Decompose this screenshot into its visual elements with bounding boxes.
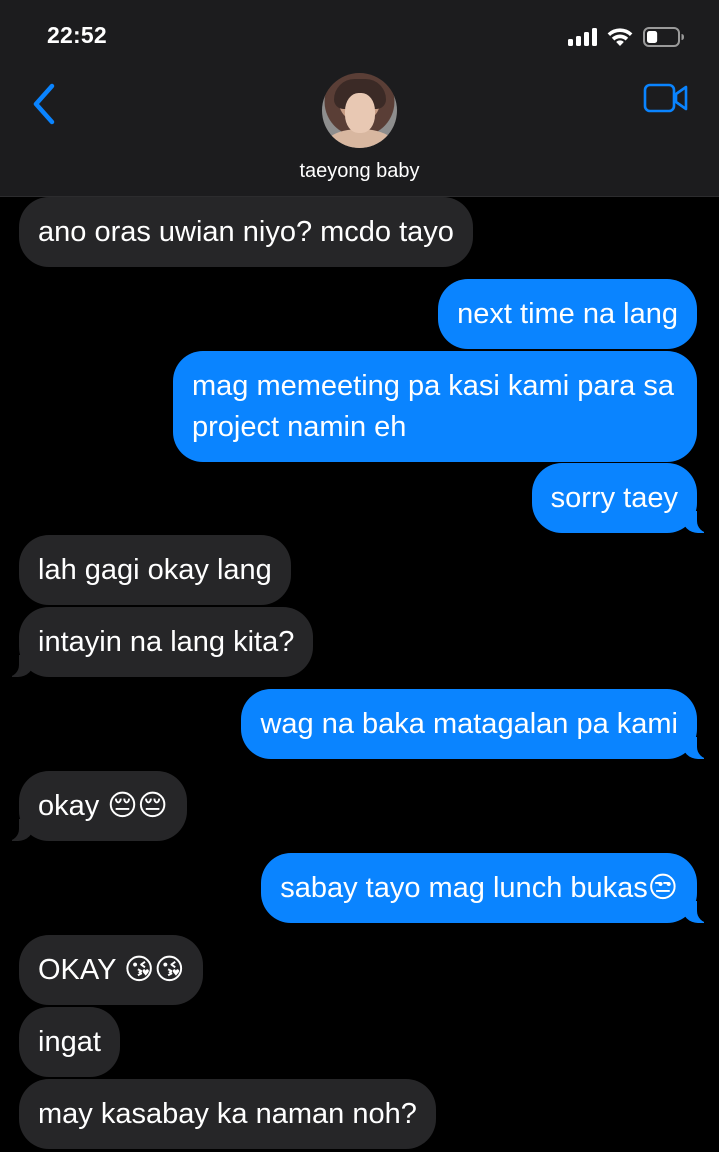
message-bubble-incoming[interactable]: OKAY 😘😘: [19, 935, 204, 1005]
contact-name[interactable]: taeyong baby: [0, 160, 719, 183]
message-bubble-outgoing[interactable]: wag na baka matagalan pa kami: [241, 689, 710, 759]
message-bubble-incoming[interactable]: ingat: [19, 1007, 120, 1077]
message-text: next time na lang: [457, 298, 678, 330]
message-text: sorry taey: [550, 482, 678, 514]
message-bubble-incoming[interactable]: intayin na lang kita?: [5, 607, 314, 677]
status-time: 22:52: [47, 22, 107, 48]
wifi-icon: [607, 27, 633, 47]
message-text: intayin na lang kita?: [38, 626, 295, 658]
chevron-left-icon: [33, 83, 55, 125]
conversation-header: 22:52 taeyong baby: [0, 0, 719, 197]
imessage-screen: ano oras uwian niyo? mcdo tayo next time…: [0, 0, 719, 1152]
message-bubble-outgoing[interactable]: mag memeeting pa kasi kami para sa proje…: [173, 351, 697, 462]
message-text: wag na baka matagalan pa kami: [260, 708, 678, 740]
message-bubble-incoming[interactable]: okay 😔😔: [6, 771, 187, 841]
message-text: may kasabay ka naman noh?: [38, 1098, 417, 1130]
message-bubble-incoming[interactable]: may kasabay ka naman noh?: [19, 1079, 436, 1149]
message-bubble-outgoing[interactable]: sorry taey: [531, 463, 711, 533]
message-text: okay 😔😔: [38, 790, 168, 822]
message-text: lah gagi okay lang: [38, 554, 272, 586]
facetime-video-button[interactable]: [643, 82, 693, 118]
message-text: mag memeeting pa kasi kami para sa proje…: [192, 370, 674, 443]
signal-icon: [568, 28, 597, 46]
battery-icon: [643, 27, 685, 47]
message-bubble-outgoing[interactable]: sabay tayo mag lunch bukas😒: [261, 853, 710, 923]
contact-avatar[interactable]: [322, 73, 397, 148]
message-text: ingat: [38, 1026, 101, 1058]
message-text: sabay tayo mag lunch bukas😒: [280, 872, 678, 904]
video-camera-icon: [643, 83, 688, 113]
message-bubble-incoming[interactable]: lah gagi okay lang: [19, 535, 291, 605]
message-bubble-outgoing[interactable]: next time na lang: [438, 279, 697, 349]
status-icons: [568, 24, 685, 50]
message-text: OKAY 😘😘: [38, 954, 185, 986]
message-bubble-incoming[interactable]: ano oras uwian niyo? mcdo tayo: [19, 197, 473, 267]
back-button[interactable]: [24, 80, 64, 128]
message-text: ano oras uwian niyo? mcdo tayo: [38, 216, 454, 248]
